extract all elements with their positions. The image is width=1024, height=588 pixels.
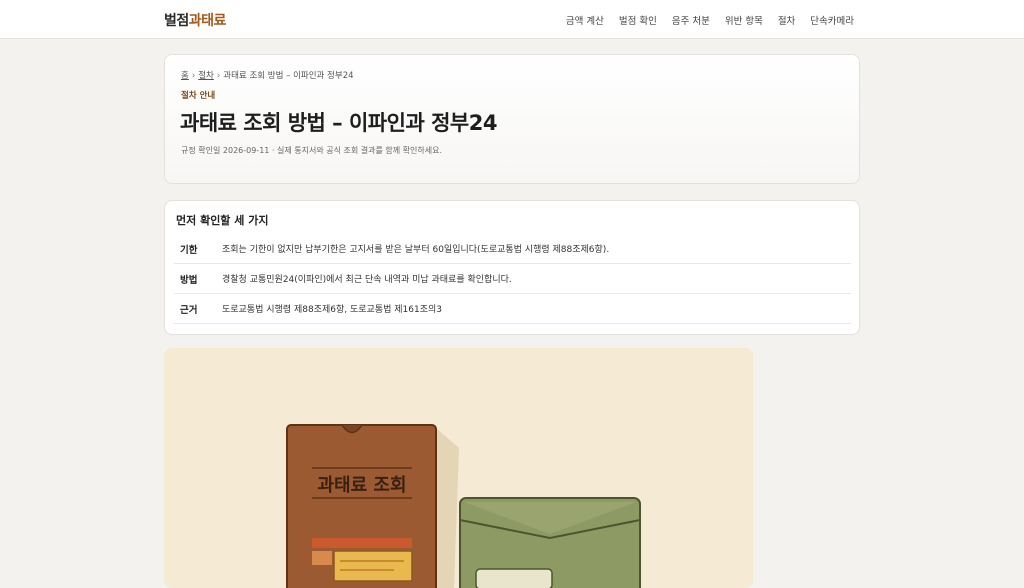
- breadcrumb-current: 과태료 조회 방법 – 이파인과 정부24: [223, 71, 354, 81]
- breadcrumb-separator: ›: [191, 71, 196, 81]
- key-point-label: 근거: [180, 304, 198, 316]
- fine-folder-icon: 과태료 조회: [286, 424, 437, 588]
- envelope-icon: [459, 497, 641, 588]
- breadcrumb-home-link[interactable]: 홈: [181, 71, 189, 81]
- hero-illustration: 과태료 조회: [164, 348, 753, 588]
- key-point-value: 도로교통법 시행령 제88조제6항, 도로교통법 제161조의3: [222, 305, 442, 315]
- folder-label-text: 과태료 조회: [317, 475, 406, 496]
- nav-link-violations[interactable]: 위반 항목: [725, 13, 763, 27]
- key-point-value: 경찰청 교통민원24(이파인)에서 최근 단속 내역과 미납 과태료를 확인합니…: [222, 275, 512, 285]
- key-point-value: 조회는 기한이 없지만 납부기한은 고지서를 받은 날부터 60일입니다(도로교…: [222, 245, 610, 255]
- nav-link-drunk-driving[interactable]: 음주 처분: [672, 13, 710, 27]
- fine-lookup-illustration: 과태료 조회: [286, 424, 641, 588]
- key-point-label: 방법: [180, 274, 198, 286]
- key-points-title: 먼저 확인할 세 가지: [176, 214, 269, 227]
- key-points-table: 기한 조회는 기한이 없지만 납부기한은 고지서를 받은 날부터 60일입니다(…: [174, 234, 851, 324]
- nav-link-penalty-points[interactable]: 벌점 확인: [619, 13, 657, 27]
- page-title: 과태료 조회 방법 – 이파인과 정부24: [180, 111, 497, 135]
- main-nav: 금액 계산 벌점 확인 음주 처분 위반 항목 절차 단속카메라: [566, 13, 854, 27]
- key-points-card: 먼저 확인할 세 가지 기한 조회는 기한이 없지만 납부기한은 고지서를 받은…: [164, 200, 860, 335]
- key-point-row: 기한 조회는 기한이 없지만 납부기한은 고지서를 받은 날부터 60일입니다(…: [174, 234, 851, 264]
- nav-link-speed-cameras[interactable]: 단속카메라: [810, 13, 854, 27]
- logo-text-primary: 벌점: [164, 13, 189, 29]
- key-point-row: 방법 경찰청 교통민원24(이파인)에서 최근 단속 내역과 미납 과태료를 확…: [174, 264, 851, 294]
- page-meta-note: 규정 확인일 2026-09-11 · 실제 통지서와 공식 조회 결과를 함께…: [181, 146, 443, 155]
- key-point-row: 근거 도로교통법 시행령 제88조제6항, 도로교통법 제161조의3: [174, 294, 851, 324]
- nav-link-fine-calculator[interactable]: 금액 계산: [566, 13, 604, 27]
- breadcrumb-section-link[interactable]: 절차: [198, 71, 214, 81]
- site-logo[interactable]: 벌점과태료: [164, 10, 226, 30]
- logo-text-accent: 과태료: [188, 13, 227, 29]
- nav-link-procedures[interactable]: 절차: [778, 13, 795, 27]
- key-point-label: 기한: [180, 244, 198, 256]
- category-label: 절차 안내: [181, 91, 216, 101]
- top-navigation-bar: 벌점과태료 금액 계산 벌점 확인 음주 처분 위반 항목 절차 단속카메라: [0, 0, 1024, 39]
- page-hero: 홈 › 절차 › 과태료 조회 방법 – 이파인과 정부24 절차 안내 과태료 조회 …: [164, 54, 860, 184]
- breadcrumb-separator: ›: [216, 71, 221, 81]
- breadcrumb: 홈 › 절차 › 과태료 조회 방법 – 이파인과 정부24: [181, 69, 354, 81]
